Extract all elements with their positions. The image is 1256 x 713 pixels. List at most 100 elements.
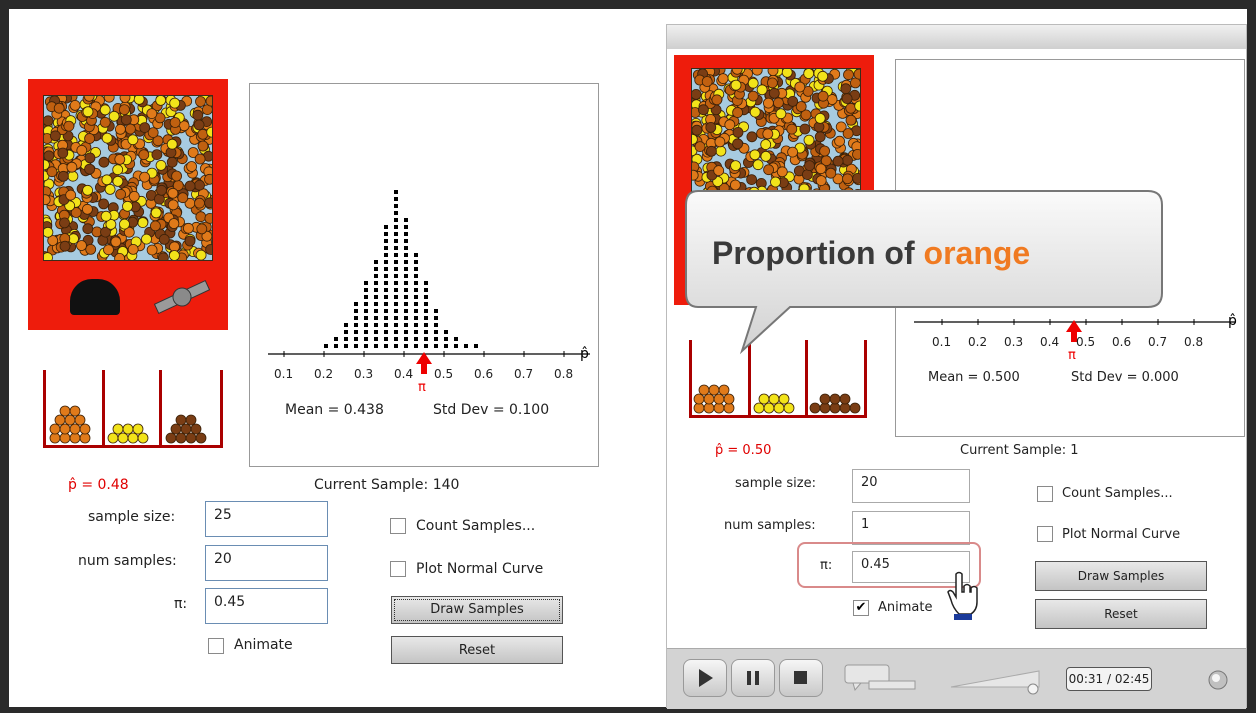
- histogram-dot: [384, 253, 388, 257]
- plot-normal-label: Plot Normal Curve: [416, 561, 544, 577]
- bin-candy: [809, 402, 821, 414]
- candy: [732, 127, 744, 138]
- candy: [817, 90, 829, 102]
- candy: [137, 217, 149, 228]
- histogram-dot: [404, 309, 408, 313]
- bin-candy: [849, 402, 861, 414]
- candy: [776, 166, 788, 178]
- candy: [705, 145, 717, 157]
- tick-label: 0.8: [554, 367, 574, 381]
- draw-samples-button[interactable]: Draw Samples: [1035, 561, 1207, 591]
- histogram-dot: [394, 274, 398, 278]
- video-player-bar: 00:31 / 02:45: [667, 648, 1246, 709]
- candy: [692, 89, 702, 100]
- pi-label: π:: [174, 596, 188, 612]
- animate-checkbox[interactable]: [208, 638, 224, 654]
- histogram-dot: [354, 316, 358, 320]
- draw-samples-button[interactable]: Draw Samples: [391, 596, 563, 624]
- histogram-dot: [404, 260, 408, 264]
- callout-bubble: [685, 190, 1163, 355]
- histogram-dot: [364, 302, 368, 306]
- bin-candy: [59, 405, 71, 417]
- plot-normal-checkbox[interactable]: [1037, 526, 1053, 542]
- candy: [85, 243, 97, 255]
- candy: [168, 218, 180, 229]
- candy: [814, 113, 826, 124]
- volume-icon[interactable]: [1207, 669, 1229, 691]
- candy: [767, 69, 779, 76]
- num-samples-input[interactable]: 20: [205, 545, 328, 581]
- sample-size-input[interactable]: 25: [205, 501, 328, 537]
- tick-label: 0.6: [474, 367, 494, 381]
- candy: [84, 133, 95, 144]
- candy: [146, 244, 158, 256]
- histogram-dot: [404, 302, 408, 306]
- num-samples-input[interactable]: 1: [852, 511, 970, 545]
- candy: [167, 187, 179, 199]
- animate-checkbox[interactable]: ✔: [853, 600, 869, 616]
- candy: [151, 149, 163, 160]
- candy: [842, 173, 853, 185]
- bin-candy: [122, 423, 134, 435]
- current-sample-label: Current Sample: 140: [314, 477, 460, 493]
- candy: [101, 132, 113, 144]
- bin-candy: [693, 402, 705, 414]
- candy: [834, 135, 846, 147]
- count-samples-checkbox[interactable]: [1037, 486, 1053, 502]
- histogram-dot: [454, 344, 458, 348]
- candy: [65, 189, 77, 201]
- histogram-dot: [414, 316, 418, 320]
- candy: [204, 213, 212, 224]
- candy: [195, 211, 207, 223]
- histogram-dot: [394, 337, 398, 341]
- caption-icon[interactable]: [843, 663, 917, 693]
- histogram-dot: [384, 274, 388, 278]
- candy: [767, 77, 778, 89]
- candy: [99, 104, 111, 116]
- sample-size-input[interactable]: 20: [852, 469, 970, 503]
- histogram-dot: [384, 295, 388, 299]
- candy: [99, 116, 111, 128]
- pi-input[interactable]: 0.45: [205, 588, 328, 624]
- histogram-dot: [394, 260, 398, 264]
- histogram-dot: [424, 295, 428, 299]
- candy: [139, 171, 150, 183]
- p-hat-readout: p̂ = 0.48: [68, 477, 129, 493]
- histogram-dot: [414, 337, 418, 341]
- histogram-dot: [414, 344, 418, 348]
- candy: [815, 163, 827, 175]
- candy: [66, 161, 78, 173]
- crank-handle[interactable]: [150, 279, 214, 315]
- pause-button[interactable]: [731, 659, 775, 697]
- stop-button[interactable]: [779, 659, 823, 697]
- bin-candy: [59, 432, 71, 444]
- bin-candy: [59, 423, 71, 435]
- bin-candy: [49, 423, 61, 435]
- histogram-dot: [434, 330, 438, 334]
- reset-button[interactable]: Reset: [391, 636, 563, 664]
- histogram-dot: [434, 323, 438, 327]
- candy: [44, 226, 54, 238]
- candy: [724, 119, 736, 131]
- histogram-dot: [354, 344, 358, 348]
- animate-label: Animate: [234, 637, 293, 653]
- bin-candy: [698, 384, 710, 396]
- bin-candy: [107, 432, 119, 444]
- volume-slider[interactable]: [949, 665, 1045, 695]
- bin-candy: [713, 393, 725, 405]
- histogram-dot: [464, 344, 468, 348]
- histogram-dot: [404, 267, 408, 271]
- play-button[interactable]: [683, 659, 727, 697]
- bin-candy: [829, 402, 841, 414]
- histogram-dot: [364, 295, 368, 299]
- candy: [69, 99, 81, 111]
- candy: [843, 69, 854, 81]
- count-samples-checkbox[interactable]: [390, 518, 406, 534]
- plot-normal-checkbox[interactable]: [390, 561, 406, 577]
- tick-label: 0.8: [1184, 335, 1204, 349]
- histogram-dot: [364, 330, 368, 334]
- reset-button[interactable]: Reset: [1035, 599, 1207, 629]
- candy: [112, 176, 124, 187]
- bin-candy: [127, 432, 139, 444]
- histogram-dot: [374, 316, 378, 320]
